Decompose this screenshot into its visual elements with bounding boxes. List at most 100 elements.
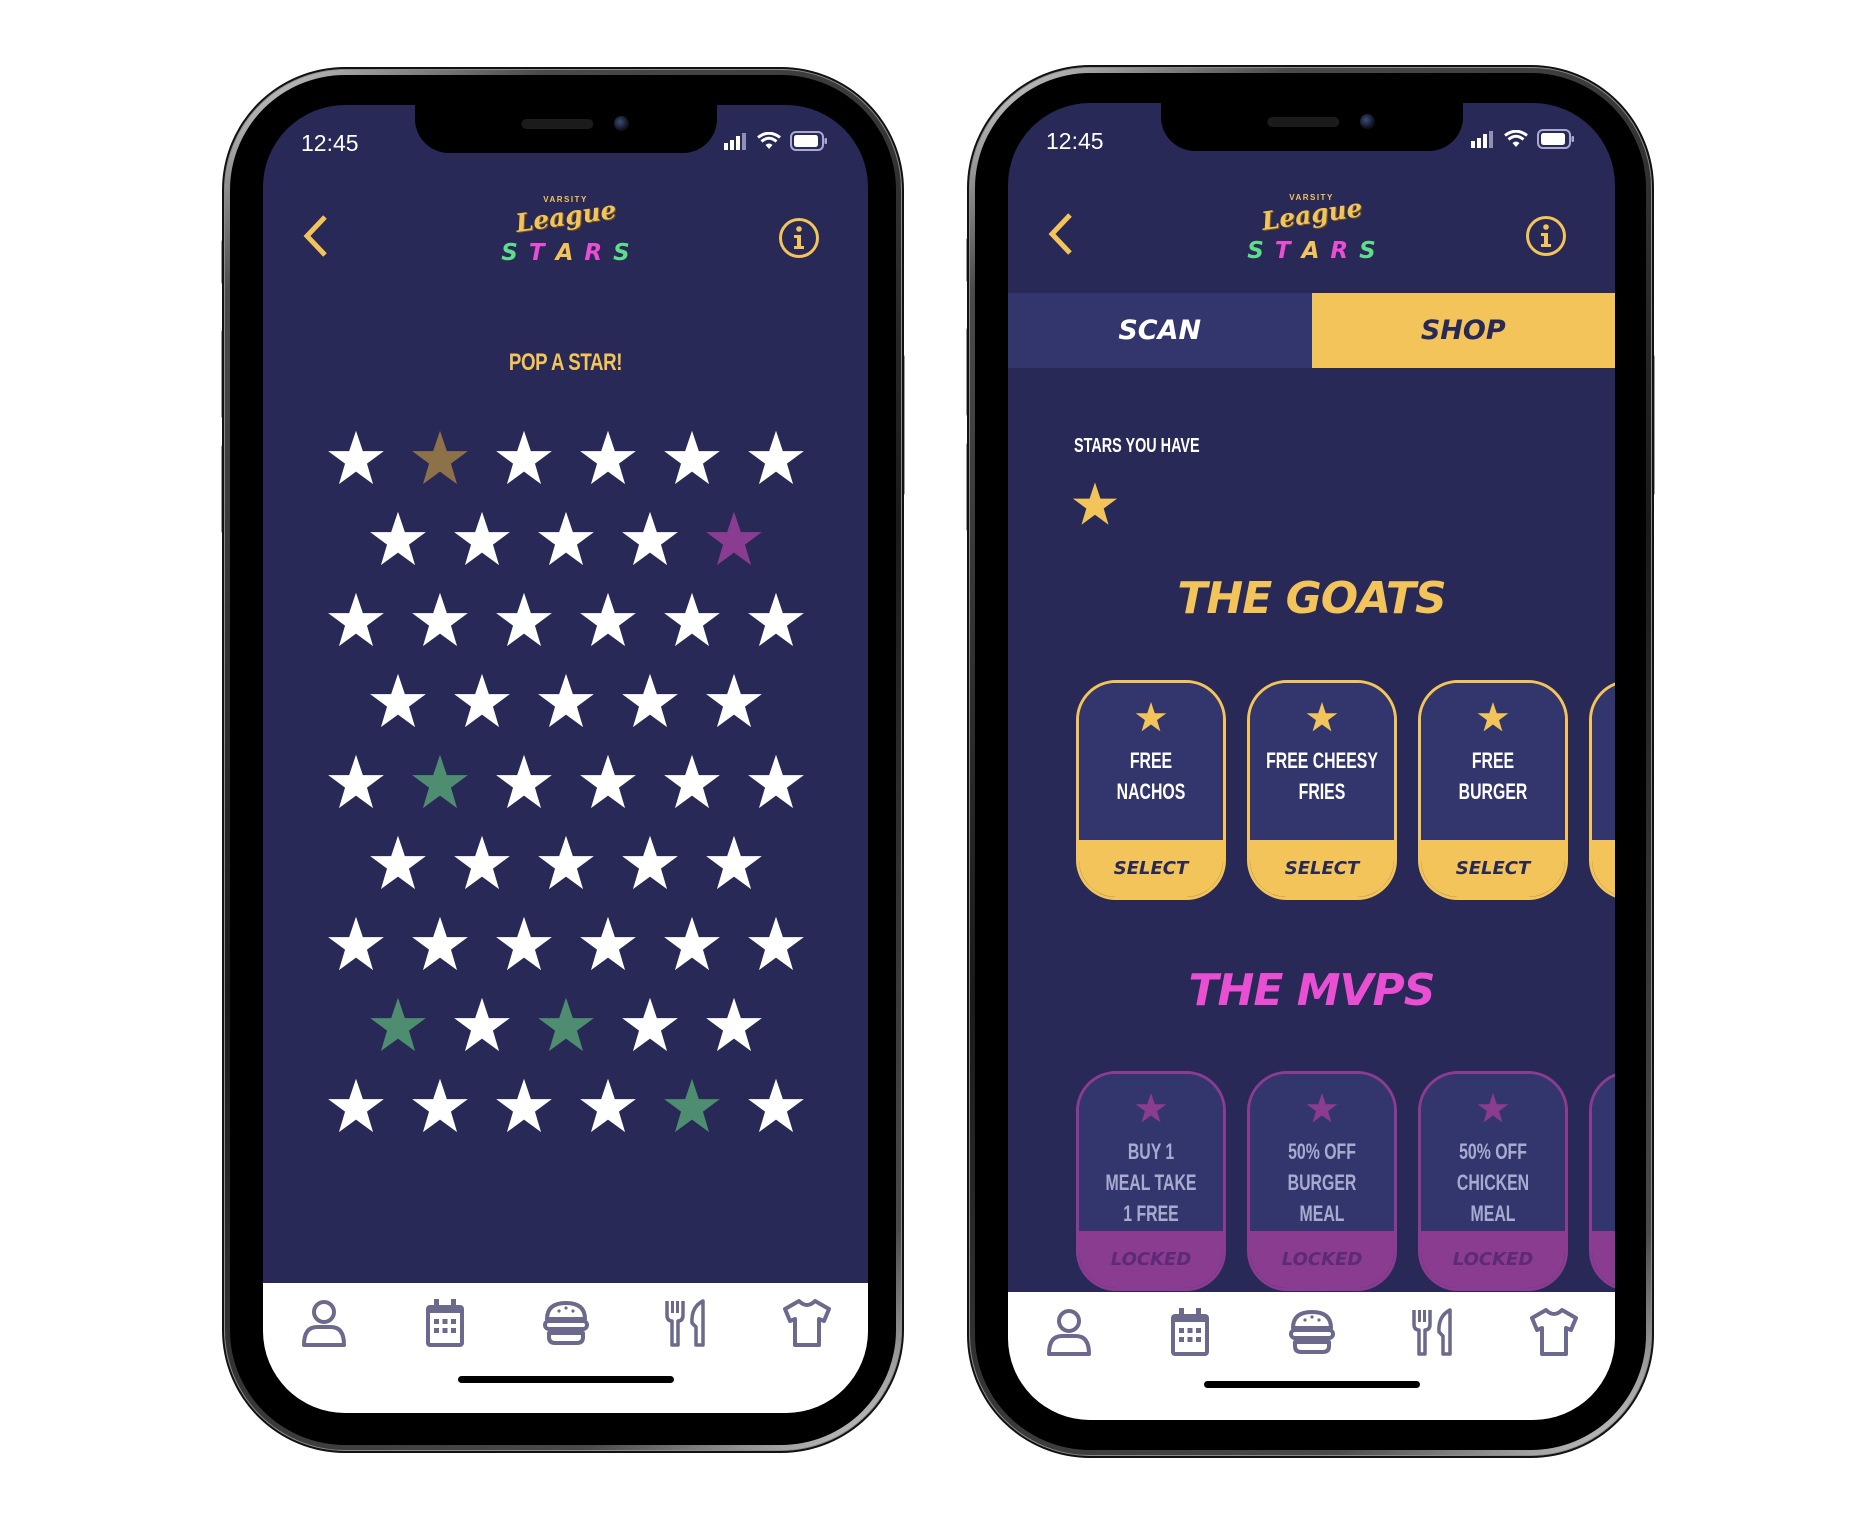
star-white[interactable] <box>579 1077 637 1135</box>
star-white[interactable] <box>621 672 679 730</box>
star-green[interactable] <box>369 996 427 1054</box>
star-white[interactable] <box>369 510 427 568</box>
reward-card[interactable]: FREE CHEESY FRIES SELECT <box>1247 680 1397 900</box>
star-white[interactable] <box>327 591 385 649</box>
battery-icon <box>790 131 827 151</box>
stars-title-letter: T <box>528 240 545 266</box>
card-body: FREE BURGER <box>1421 683 1565 840</box>
star-row <box>263 834 868 915</box>
star-white[interactable] <box>537 834 595 892</box>
star-white[interactable] <box>747 1077 805 1135</box>
reward-card[interactable]: FREE NACHOS SELECT <box>1076 680 1226 900</box>
star-white[interactable] <box>663 753 721 811</box>
star-row <box>263 672 868 753</box>
star-row <box>263 429 868 510</box>
back-button[interactable] <box>1046 211 1076 257</box>
signal-icon <box>724 132 746 150</box>
star-white[interactable] <box>747 429 805 487</box>
star-white[interactable] <box>579 591 637 649</box>
star-white[interactable] <box>495 1077 553 1135</box>
user-icon[interactable] <box>299 1297 349 1349</box>
star-white[interactable] <box>747 753 805 811</box>
locked-label: LOCKED <box>1079 1231 1223 1288</box>
user-icon[interactable] <box>1044 1306 1094 1358</box>
star-white[interactable] <box>453 996 511 1054</box>
home-indicator[interactable] <box>1203 1381 1420 1388</box>
select-button[interactable] <box>1592 840 1615 897</box>
star-white[interactable] <box>327 753 385 811</box>
star-row <box>263 996 868 1077</box>
back-button[interactable] <box>301 213 331 259</box>
mvps-card-row[interactable]: BUY 1 MEAL TAKE 1 FREE LOCKED 50% OFF BURG… <box>1076 1071 1615 1291</box>
calendar-icon[interactable] <box>420 1297 470 1349</box>
card-body: 50% OFF BURGER MEAL <box>1250 1074 1394 1231</box>
select-button[interactable]: SELECT <box>1421 840 1565 897</box>
goats-card-row[interactable]: FREE NACHOS SELECT FREE CHEESY FRIES SELECT… <box>1076 680 1615 900</box>
star-white[interactable] <box>327 429 385 487</box>
star-white[interactable] <box>705 996 763 1054</box>
star-green[interactable] <box>411 753 469 811</box>
calendar-icon[interactable] <box>1165 1306 1215 1358</box>
star-green[interactable] <box>537 996 595 1054</box>
select-button[interactable]: SELECT <box>1250 840 1394 897</box>
reward-card[interactable]: 50% OFF CHICKEN MEAL LOCKED <box>1418 1071 1568 1291</box>
star-white[interactable] <box>537 672 595 730</box>
reward-card[interactable]: BUY 1 MEAL TAKE 1 FREE LOCKED <box>1076 1071 1226 1291</box>
star-white[interactable] <box>537 510 595 568</box>
star-white[interactable] <box>327 1077 385 1135</box>
home-indicator[interactable] <box>457 1376 674 1383</box>
star-white[interactable] <box>453 510 511 568</box>
star-white[interactable] <box>621 996 679 1054</box>
star-grid <box>263 429 868 1158</box>
tab-shop[interactable]: SHOP <box>1311 293 1615 368</box>
star-white[interactable] <box>495 429 553 487</box>
card-label: FREE NACHOS <box>1116 748 1186 804</box>
star-purple[interactable] <box>705 510 763 568</box>
star-white[interactable] <box>453 672 511 730</box>
star-white[interactable] <box>579 915 637 973</box>
star-white[interactable] <box>579 429 637 487</box>
tab-scan[interactable]: SCAN <box>1008 293 1312 368</box>
status-icons <box>724 131 828 151</box>
star-white[interactable] <box>411 1077 469 1135</box>
tshirt-icon[interactable] <box>1529 1306 1579 1358</box>
star-white[interactable] <box>663 429 721 487</box>
star-white[interactable] <box>369 672 427 730</box>
star-white[interactable] <box>453 834 511 892</box>
star-white[interactable] <box>747 915 805 973</box>
burger-icon[interactable] <box>541 1297 591 1349</box>
tshirt-icon[interactable] <box>782 1297 832 1349</box>
star-white[interactable] <box>747 591 805 649</box>
burger-icon[interactable] <box>1287 1306 1337 1358</box>
star-white[interactable] <box>369 834 427 892</box>
reward-card[interactable]: FREE BURGER SELECT <box>1418 680 1568 900</box>
star-white[interactable] <box>411 915 469 973</box>
fork-knife-icon[interactable] <box>1408 1306 1458 1358</box>
star-white[interactable] <box>495 753 553 811</box>
stars-title-letter: S <box>1359 238 1376 264</box>
locked-label: LOCKED <box>1421 1231 1565 1288</box>
section-title-mvps: THE MVPS <box>1188 965 1436 1016</box>
fork-knife-icon[interactable] <box>661 1297 711 1349</box>
star-white[interactable] <box>621 510 679 568</box>
star-white[interactable] <box>705 672 763 730</box>
star-white[interactable] <box>621 834 679 892</box>
star-white[interactable] <box>663 591 721 649</box>
select-button[interactable]: SELECT <box>1079 840 1223 897</box>
star-white[interactable] <box>705 834 763 892</box>
star-white[interactable] <box>495 915 553 973</box>
app-logo: VARSITY League STARS <box>486 187 646 266</box>
star-white[interactable] <box>495 591 553 649</box>
star-green[interactable] <box>663 1077 721 1135</box>
star-white[interactable] <box>411 591 469 649</box>
reward-card-partial[interactable] <box>1589 680 1615 900</box>
star-white[interactable] <box>579 753 637 811</box>
bottom-tab-bar <box>1008 1292 1615 1420</box>
info-button[interactable] <box>1525 215 1567 257</box>
info-button[interactable] <box>778 217 820 259</box>
reward-card[interactable]: 50% OFF BURGER MEAL LOCKED <box>1247 1071 1397 1291</box>
reward-card-partial[interactable] <box>1589 1071 1615 1291</box>
star-gold[interactable] <box>411 429 469 487</box>
star-white[interactable] <box>327 915 385 973</box>
star-white[interactable] <box>663 915 721 973</box>
